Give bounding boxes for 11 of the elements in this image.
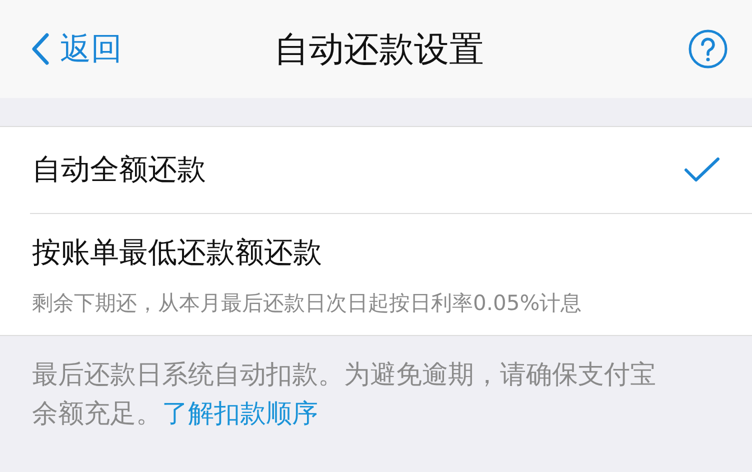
window-title: 自动还款设置 <box>274 28 484 72</box>
footer-text: 最后还款日系统自动扣款。为避免逾期，请确保支付宝余额充足。了解扣款顺序 <box>32 359 657 431</box>
chevron-icon[interactable] <box>30 33 50 65</box>
help-icon[interactable] <box>688 29 728 69</box>
back-button[interactable]: 返回 <box>30 28 122 70</box>
option-label: 自动全额还款 <box>31 151 207 188</box>
option-note: 剩余下期还，从本月最后还款日次日起按日利率0.05%计息 <box>31 290 583 316</box>
option-row[interactable]: 自动全额还款 <box>30 127 752 214</box>
option-label: 按账单最低还款额还款 <box>31 234 323 270</box>
option-row[interactable]: 按账单最低还款额还款 剩余下期还，从本月最后还款日次日起按日利率0.05%计息 <box>30 214 752 335</box>
checkmark-icon <box>684 156 720 184</box>
